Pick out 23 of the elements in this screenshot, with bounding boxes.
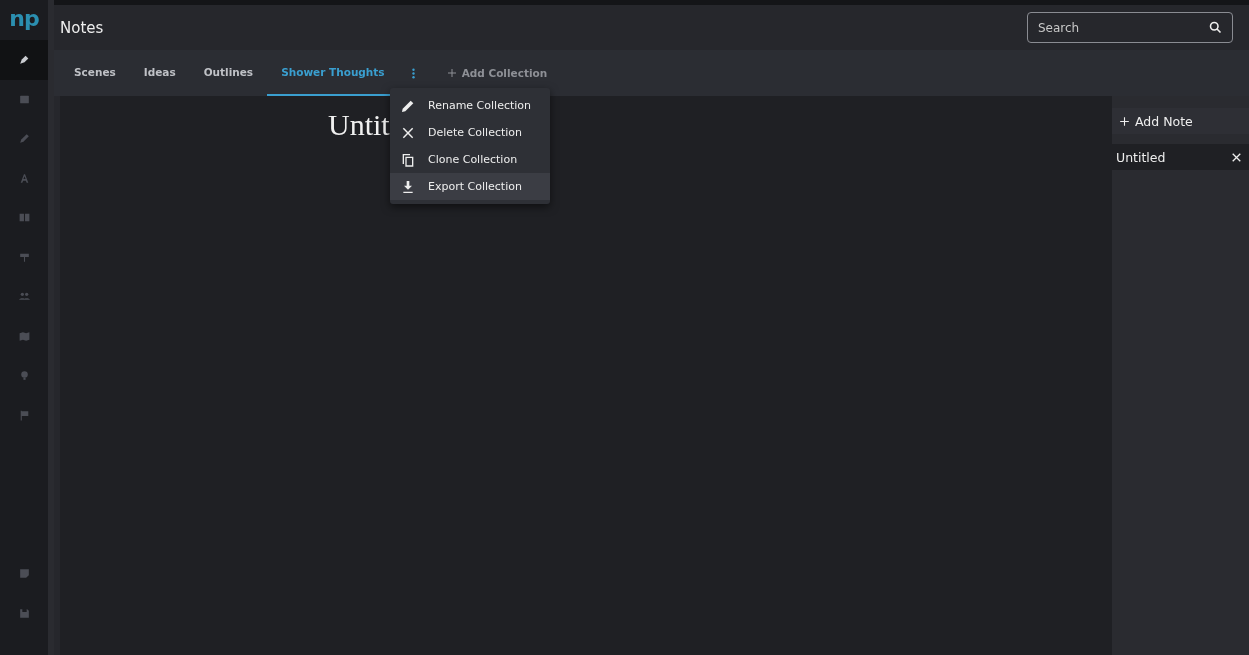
add-note-button[interactable]: Add Note — [1112, 108, 1249, 134]
collection-tab[interactable]: Ideas — [129, 50, 190, 96]
plus-icon — [1118, 114, 1131, 128]
note-title[interactable]: Untit — [328, 108, 390, 142]
pencil-icon — [17, 132, 31, 146]
menu-item[interactable]: Clone Collection — [390, 146, 550, 173]
search-field[interactable]: Search — [1027, 12, 1233, 43]
plus-icon — [445, 67, 458, 79]
save-icon — [17, 606, 31, 620]
sidebar-item[interactable] — [0, 40, 48, 80]
page-title: Notes — [60, 18, 104, 37]
map-icon — [17, 329, 31, 343]
note-item[interactable]: Untitled — [1112, 144, 1249, 170]
menu-item[interactable]: Export Collection — [390, 173, 550, 200]
download-icon — [400, 178, 416, 195]
note-icon — [17, 567, 31, 581]
app-logo[interactable]: np — [0, 0, 48, 40]
menu-item[interactable]: Delete Collection — [390, 119, 550, 146]
pen-nib-icon — [17, 53, 31, 67]
collection-tab[interactable]: Scenes — [60, 50, 130, 96]
search-icon — [1208, 20, 1223, 35]
collection-tab[interactable]: Outlines — [189, 50, 268, 96]
copy-icon — [400, 151, 416, 168]
